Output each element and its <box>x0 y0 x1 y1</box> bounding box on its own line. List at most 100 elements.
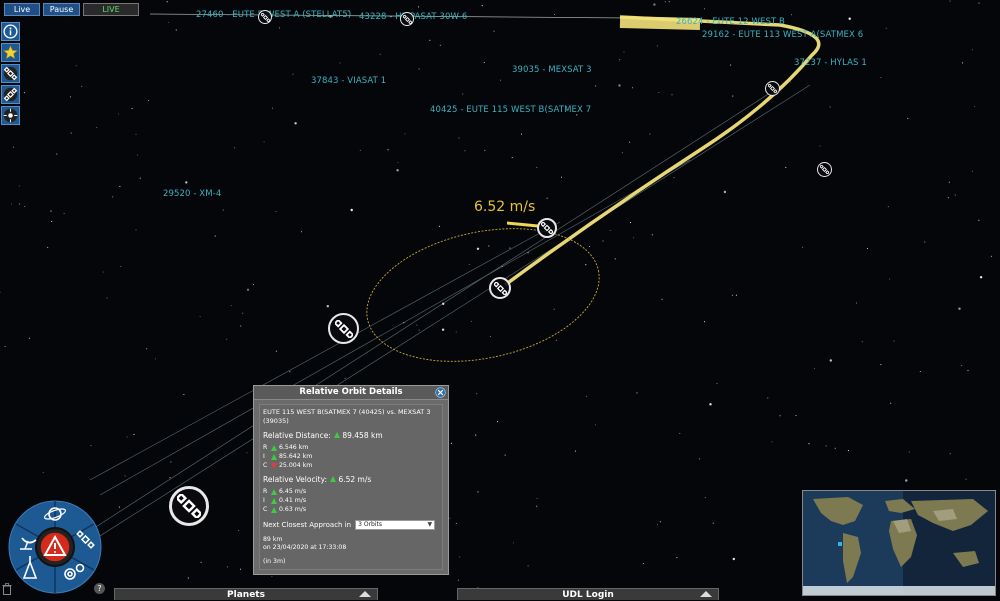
sat-label-29520[interactable]: 29520 - XM-4 <box>163 189 221 199</box>
star <box>791 14 793 16</box>
star <box>978 2 980 4</box>
approach-orbits-dropdown[interactable]: 3 Orbits ▼ <box>355 520 436 530</box>
star <box>629 221 632 223</box>
star <box>387 149 389 151</box>
sat-label-37843[interactable]: 37843 - VIASAT 1 <box>311 76 386 86</box>
star <box>70 132 72 134</box>
star <box>464 150 466 152</box>
satellite-icon[interactable] <box>328 313 359 344</box>
satellite-icon[interactable] <box>169 486 209 526</box>
star <box>75 65 77 67</box>
sat-label-39035[interactable]: 39035 - MEXSAT 3 <box>512 65 592 75</box>
help-icon[interactable]: ? <box>94 583 105 594</box>
star <box>379 53 381 55</box>
relative-distance-value: 89.458 km <box>342 431 383 440</box>
star <box>294 122 297 125</box>
alert-icon[interactable] <box>39 531 71 563</box>
star <box>633 237 635 239</box>
star <box>893 340 895 342</box>
star <box>51 220 53 222</box>
star <box>326 305 329 308</box>
side-toolbar <box>1 22 21 127</box>
satellite-icon[interactable] <box>400 12 414 26</box>
approach-distance: 89 km <box>263 536 283 543</box>
satellite-icon[interactable] <box>817 162 832 177</box>
star <box>632 87 634 89</box>
satellite-icon[interactable] <box>765 81 780 96</box>
sat-label-27460[interactable]: 27460 - EUTE 5 WEST A (STELLAT5) <box>196 10 351 20</box>
satellite-icon[interactable] <box>258 10 272 24</box>
star <box>483 61 485 64</box>
highlighted-orbit-band <box>503 15 821 287</box>
star <box>527 565 529 567</box>
radar-icon[interactable] <box>1 106 20 125</box>
star <box>240 325 242 327</box>
star <box>416 324 418 326</box>
star <box>723 190 727 194</box>
star <box>712 522 714 524</box>
star <box>731 294 733 296</box>
live-button[interactable]: Live <box>4 3 40 16</box>
star <box>477 491 479 493</box>
world-minimap[interactable] <box>802 490 996 596</box>
star <box>493 30 495 32</box>
satellite-icon-selected[interactable] <box>537 218 557 238</box>
star <box>618 84 621 87</box>
velocity-i-value: 0.41 m/s <box>279 497 307 504</box>
star <box>455 331 457 333</box>
star <box>825 445 827 447</box>
star <box>12 146 14 148</box>
star <box>967 370 969 372</box>
star <box>595 85 597 87</box>
star <box>703 321 706 323</box>
star <box>488 245 490 247</box>
star <box>679 432 681 434</box>
star <box>418 329 420 331</box>
star <box>238 529 240 532</box>
star <box>908 451 910 453</box>
star <box>785 166 787 168</box>
star <box>588 245 590 248</box>
satellite-icon-selected[interactable] <box>489 277 511 299</box>
star <box>124 475 126 477</box>
star <box>866 247 869 250</box>
star <box>676 557 678 559</box>
star <box>504 454 506 456</box>
sat-label-26624[interactable]: 26624 - EUTE 12 WEST B <box>676 17 785 27</box>
star <box>585 396 587 398</box>
udl-login-tab[interactable]: UDL Login <box>457 588 719 600</box>
star <box>234 147 236 149</box>
star <box>135 229 137 231</box>
planets-tab[interactable]: Planets <box>114 588 378 600</box>
star <box>185 181 188 184</box>
sat-label-40425[interactable]: 40425 - EUTE 115 WEST B(SATMEX 7 <box>430 105 591 115</box>
star <box>102 271 104 273</box>
panel-header: Relative Orbit Details <box>254 386 448 400</box>
star <box>271 575 273 577</box>
star <box>350 208 353 212</box>
star <box>429 39 431 41</box>
star <box>11 203 13 205</box>
star <box>614 258 616 260</box>
star <box>585 264 587 266</box>
info-icon[interactable] <box>1 22 20 41</box>
star <box>139 177 141 179</box>
star <box>439 44 441 46</box>
favorites-star-icon[interactable] <box>1 43 20 62</box>
star <box>475 434 477 436</box>
trash-icon[interactable] <box>2 583 12 595</box>
sat-label-37237[interactable]: 37237 - HYLAS 1 <box>794 58 867 68</box>
star <box>242 312 244 314</box>
pause-button[interactable]: Pause <box>43 3 80 16</box>
satellite-alt-icon[interactable] <box>1 85 20 104</box>
velocity-r-value: 6.45 m/s <box>279 488 307 495</box>
satellite-icon[interactable] <box>1 64 20 83</box>
star <box>574 450 577 452</box>
star <box>0 291 1 293</box>
close-icon[interactable] <box>435 387 446 398</box>
star <box>50 210 52 212</box>
relative-distance-label: Relative Distance: 89.458 km <box>263 431 439 440</box>
planets-tab-label: Planets <box>227 590 265 600</box>
sat-label-29162[interactable]: 29162 - EUTE 113 WEST A(SATMEX 6 <box>702 30 863 40</box>
star <box>924 241 926 243</box>
